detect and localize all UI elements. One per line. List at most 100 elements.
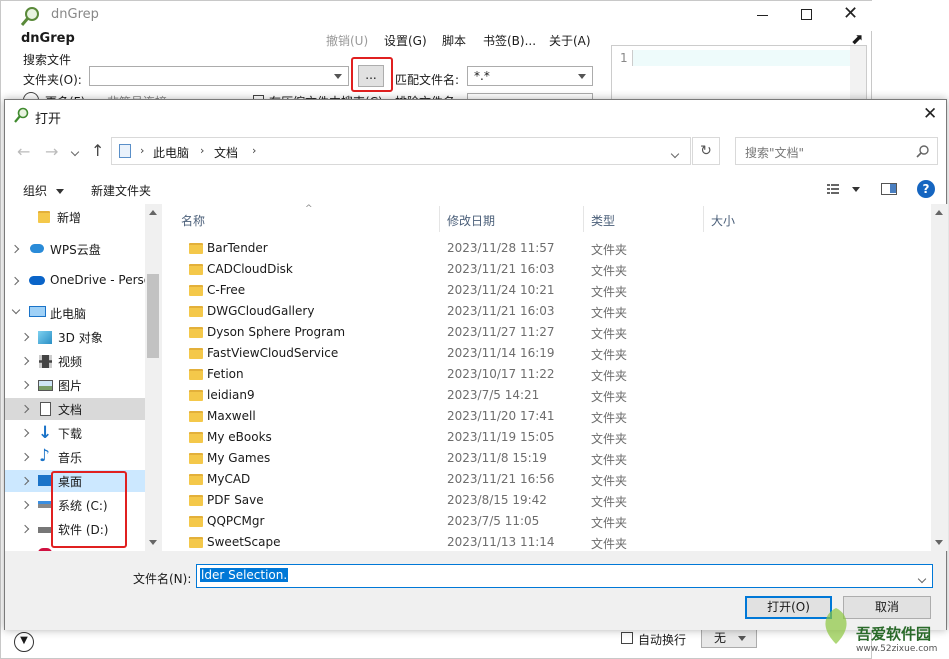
file-name: Maxwell	[207, 409, 256, 423]
nav-scrollbar[interactable]	[145, 204, 162, 551]
download-icon: ↓	[38, 423, 53, 443]
organize-button[interactable]: 组织	[23, 182, 64, 199]
column-header-type[interactable]: 类型	[591, 212, 615, 229]
history-chevron-icon[interactable]	[70, 144, 80, 158]
nav-item-wps-cloud[interactable]: WPS云盘	[5, 238, 145, 260]
document-icon	[40, 402, 51, 416]
forward-icon[interactable]: →	[45, 142, 58, 161]
file-row[interactable]: DWGCloudGallery 2023/11/21 16:03 文件夹	[165, 301, 931, 322]
up-icon[interactable]: ↑	[91, 141, 104, 160]
menu-about[interactable]: 关于(A)	[549, 32, 591, 49]
nav-item-this-pc[interactable]: 此电脑	[5, 302, 145, 324]
menu-undo[interactable]: 撤销(U)	[326, 32, 368, 49]
file-row[interactable]: MyCAD 2023/11/21 16:56 文件夹	[165, 469, 931, 490]
address-dropdown-icon[interactable]	[670, 146, 680, 160]
nav-pane[interactable]: 新增 WPS云盘 OneDrive - Perso 此电脑 3D 对象 视频 图…	[5, 204, 162, 551]
file-row[interactable]: My Games 2023/11/8 15:19 文件夹	[165, 448, 931, 469]
scroll-up-icon[interactable]	[935, 210, 943, 215]
wrap-combo[interactable]: 无	[701, 628, 757, 648]
file-date: 2023/8/15 19:42	[447, 493, 547, 507]
file-type: 文件夹	[591, 243, 628, 257]
file-type: 文件夹	[591, 390, 628, 404]
file-name: Fetion	[207, 367, 244, 381]
folder-icon	[189, 516, 203, 527]
match-value: *.*	[474, 69, 490, 83]
help-icon[interactable]: ?	[917, 180, 935, 198]
music-icon: ♪	[39, 446, 50, 466]
file-date: 2023/10/17 11:22	[447, 367, 555, 381]
collapse-toggle[interactable]: ▼	[14, 632, 34, 652]
nav-item-3d-objects[interactable]: 3D 对象	[5, 326, 145, 348]
file-row[interactable]: leidian9 2023/7/5 14:21 文件夹	[165, 385, 931, 406]
nav-item-music[interactable]: ♪ 音乐	[5, 446, 145, 468]
menu-settings[interactable]: 设置(G)	[384, 32, 427, 49]
nav-item-pictures[interactable]: 图片	[5, 374, 145, 396]
nav-item-videos[interactable]: 视频	[5, 350, 145, 372]
file-list[interactable]: ^ 名称 修改日期 类型 大小 BarTender 2023/11/28 11:5…	[165, 204, 948, 551]
open-button-label: 打开(O)	[767, 600, 810, 614]
match-combo[interactable]: *.*	[467, 66, 593, 86]
nav-scroll-thumb[interactable]	[147, 274, 159, 358]
filename-dropdown-icon[interactable]	[917, 571, 927, 585]
file-name: SweetScape	[207, 535, 281, 549]
refresh-button[interactable]: ↻	[692, 137, 720, 165]
scroll-down-icon[interactable]	[935, 540, 943, 545]
file-date: 2023/7/5 14:21	[447, 388, 540, 402]
file-row[interactable]: PDF Save 2023/8/15 19:42 文件夹	[165, 490, 931, 511]
nav-item-onedrive[interactable]: OneDrive - Perso	[5, 270, 162, 292]
expand-chevron-icon	[20, 404, 30, 414]
maximize-icon[interactable]	[801, 9, 812, 20]
editor-scrollbar[interactable]	[850, 46, 866, 104]
file-row[interactable]: BarTender 2023/11/28 11:57 文件夹	[165, 238, 931, 259]
menu-bookmarks[interactable]: 书签(B)...	[483, 32, 536, 49]
file-row[interactable]: C-Free 2023/11/24 10:21 文件夹	[165, 280, 931, 301]
file-name: CADCloudDisk	[207, 262, 293, 276]
back-icon[interactable]: ←	[17, 142, 30, 161]
column-header-size[interactable]: 大小	[711, 212, 735, 229]
file-row[interactable]: QQPCMgr 2023/7/5 11:05 文件夹	[165, 511, 931, 532]
file-name: leidian9	[207, 388, 255, 402]
file-type: 文件夹	[591, 474, 628, 488]
cloud-icon	[30, 244, 44, 253]
expand-chevron-icon	[20, 500, 30, 510]
preview-editor[interactable]: 1	[611, 45, 867, 105]
nav-item-downloads[interactable]: ↓ 下载	[5, 422, 145, 444]
file-row[interactable]: FastViewCloudService 2023/11/14 16:19 文件夹	[165, 343, 931, 364]
preview-pane-icon[interactable]	[881, 183, 897, 195]
current-line	[632, 50, 852, 66]
file-row[interactable]: Dyson Sphere Program 2023/11/27 11:27 文件夹	[165, 322, 931, 343]
new-folder-button[interactable]: 新建文件夹	[91, 182, 151, 199]
file-row[interactable]: Fetion 2023/10/17 11:22 文件夹	[165, 364, 931, 385]
search-box[interactable]: 搜索"文档"	[735, 137, 938, 165]
column-header-date[interactable]: 修改日期	[447, 212, 495, 229]
file-row[interactable]: Maxwell 2023/11/20 17:41 文件夹	[165, 406, 931, 427]
open-dialog: 打开 ✕ ← → ↑ › 此电脑 › 文档 › ↻ 搜索"文档" 组织 新建文件…	[4, 99, 948, 630]
filename-input[interactable]: lder Selection.	[196, 564, 933, 588]
menu-script[interactable]: 脚本	[442, 32, 466, 49]
nav-label: 新增	[57, 211, 82, 225]
scroll-up-icon[interactable]	[149, 210, 157, 215]
address-bar[interactable]: › 此电脑 › 文档 ›	[111, 137, 691, 165]
breadcrumb-this-pc[interactable]: 此电脑	[153, 144, 189, 161]
list-scrollbar[interactable]	[931, 204, 948, 551]
wrap-checkbox[interactable]	[621, 632, 633, 644]
watermark-url: www.52zixue.com	[856, 644, 938, 654]
nav-item-new[interactable]: 新增	[5, 206, 145, 228]
folder-icon	[189, 285, 203, 296]
minimize-icon[interactable]	[757, 15, 768, 16]
wrap-label[interactable]: 自动换行	[638, 631, 686, 648]
file-row[interactable]: SweetScape 2023/11/13 11:14 文件夹	[165, 532, 931, 551]
column-header-name[interactable]: 名称	[181, 212, 205, 229]
window-title: dnGrep	[51, 7, 99, 22]
file-date: 2023/7/5 11:05	[447, 514, 540, 528]
nav-item-documents[interactable]: 文档	[5, 398, 145, 420]
file-row[interactable]: My eBooks 2023/11/19 15:05 文件夹	[165, 427, 931, 448]
scroll-down-icon[interactable]	[149, 540, 157, 545]
breadcrumb-documents[interactable]: 文档	[214, 144, 238, 161]
close-icon[interactable]: ✕	[843, 5, 859, 23]
folder-combo[interactable]	[89, 66, 349, 86]
dialog-close-icon[interactable]: ✕	[923, 105, 937, 123]
file-row[interactable]: CADCloudDisk 2023/11/21 16:03 文件夹	[165, 259, 931, 280]
file-date: 2023/11/20 17:41	[447, 409, 555, 423]
view-options-icon[interactable]	[826, 180, 862, 198]
